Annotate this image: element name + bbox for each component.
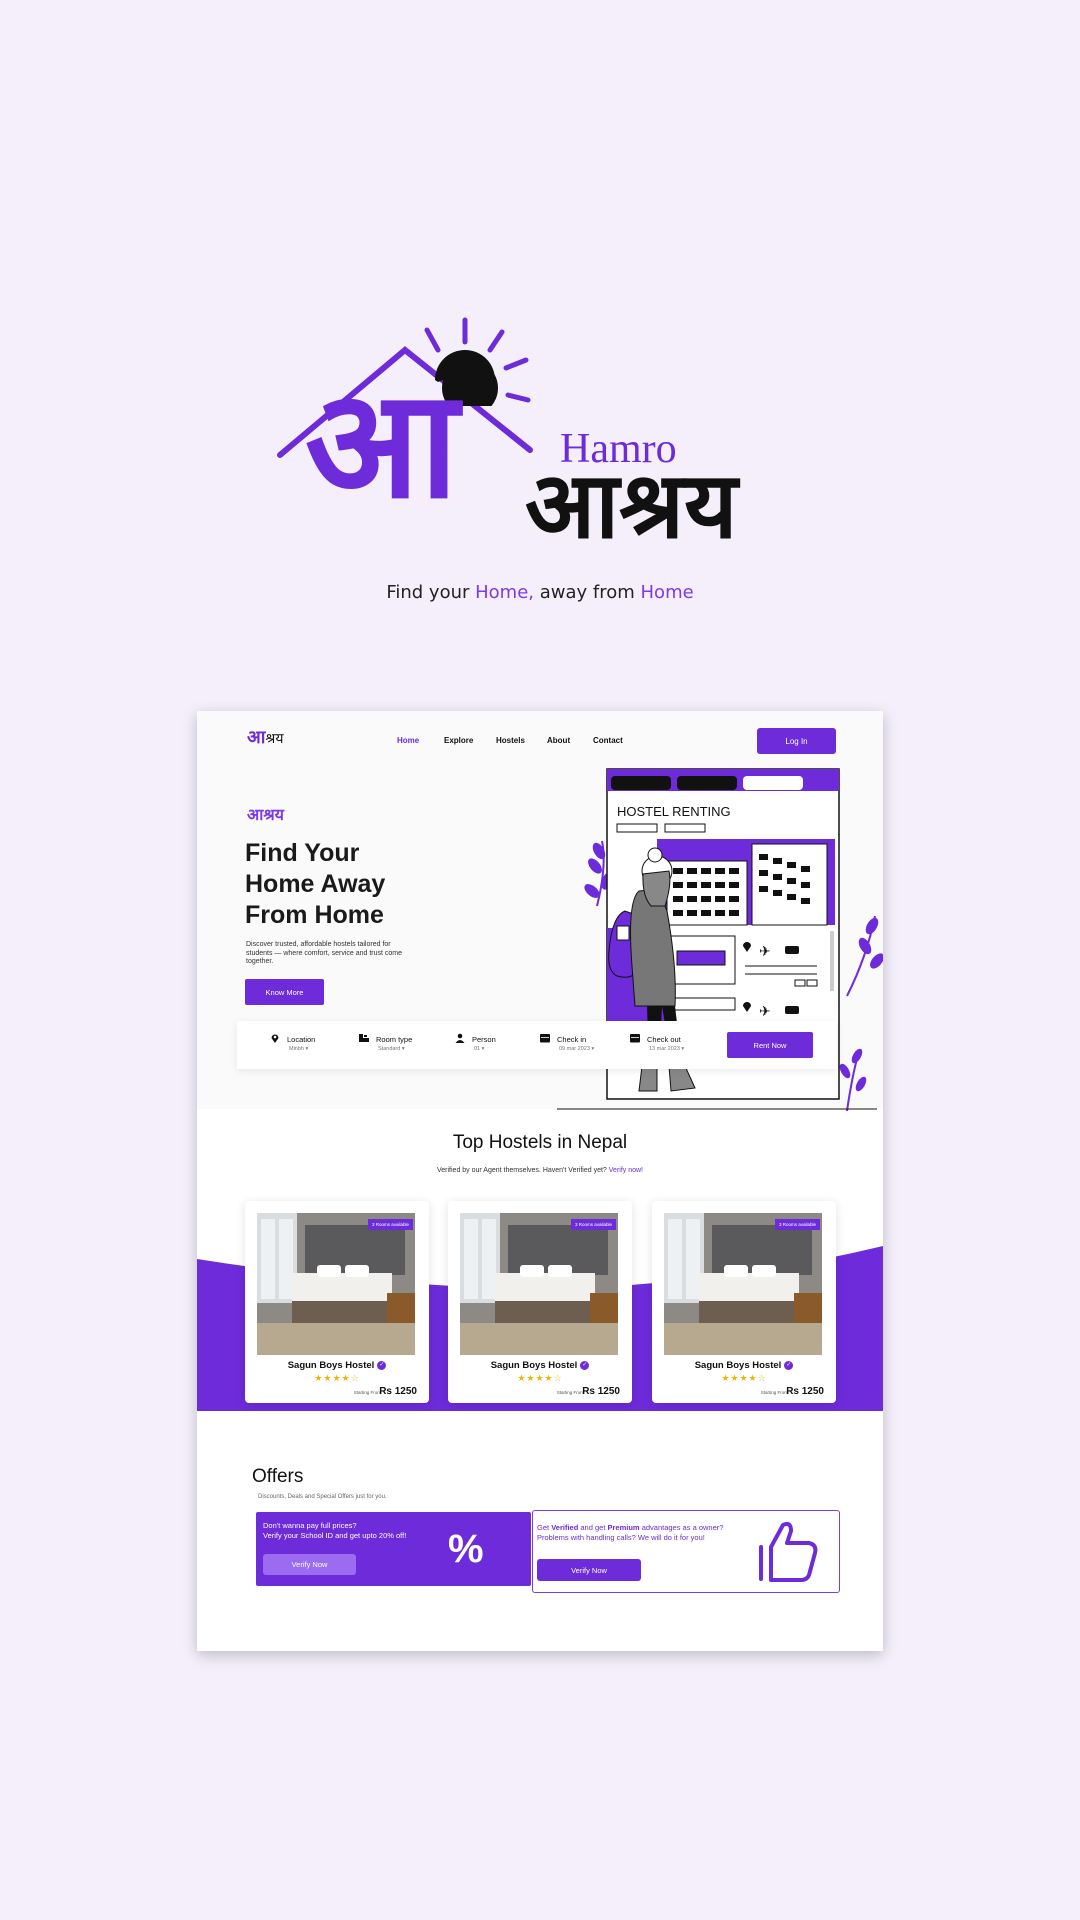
price-label: Starting From [556,1390,584,1395]
owner-verification-offer: Get Verified and get Premium advantages … [532,1510,840,1593]
top-hostels-subtitle-text: Verified by our Agent themselves. Haven'… [436,1167,607,1174]
room-type-value: Standard ▾ [378,1046,405,1052]
price-label: Starting From [760,1390,788,1395]
location-value: Minbh ▾ [289,1046,309,1052]
price-value: Rs 1250 [786,1386,824,1397]
svg-text:✈: ✈ [759,943,771,959]
tagline-highlight: Home [640,582,694,603]
hero-title: Find Your Home Away From Home [245,839,386,929]
top-hostels-subtitle: Verified by our Agent themselves. Haven'… [197,1167,883,1174]
offers-subtitle: Discounts, Deals and Special Offers just… [258,1494,387,1500]
nav-hostels[interactable]: Hostels [496,736,525,745]
tagline-text: Find your [386,582,476,603]
check-out-label: Check out [647,1035,681,1044]
hostel-name: Sagun Boys Hostel ✓ [245,1360,429,1371]
price-value: Rs 1250 [582,1386,620,1397]
svg-text:HOSTEL RENTING: HOSTEL RENTING [617,804,731,819]
rating-stars: ★★★★☆ [721,1373,767,1383]
check-in-label: Check in [557,1035,587,1044]
person-value: 01 ▾ [474,1046,485,1052]
room-photo [664,1213,822,1355]
verified-check-icon: ✓ [784,1360,794,1370]
offer-text: Don't wanna pay full prices? Verify your… [263,1521,453,1540]
rating-stars: ★★★★☆ [517,1373,563,1383]
calendar-icon [540,1034,550,1043]
hostel-name: Sagun Boys Hostel ✓ [652,1360,836,1371]
nav-home[interactable]: Home [397,736,419,745]
verify-now-button[interactable]: Verify Now [263,1554,356,1575]
nav-logo[interactable]: आश्रय [247,725,283,749]
verify-now-link[interactable]: Verify now! [609,1167,643,1174]
know-more-button[interactable]: Know More [245,979,324,1005]
check-in-value: 09 mar 2023 ▾ [559,1046,595,1052]
location-label: Location [287,1035,316,1044]
hostel-card[interactable]: 3 Rooms available Sagun Boys Hostel ✓ ★★★… [652,1201,836,1403]
price-value: Rs 1250 [379,1386,417,1397]
offer-text-part: Get [537,1523,552,1532]
nav-contact[interactable]: Contact [593,736,623,745]
nav-about[interactable]: About [547,736,570,745]
logo-letter: आ [305,358,459,532]
rooms-available-badge: 3 Rooms available [774,1219,820,1230]
location-icon [271,1034,279,1043]
hostel-card[interactable]: 3 Rooms available Sagun Boys Hostel ✓ ★★★… [448,1201,632,1403]
hostel-name-text: Sagun Boys Hostel [694,1360,782,1371]
brand-logo: आ Hamro आश्रय [270,310,790,580]
hostel-name: Sagun Boys Hostel ✓ [448,1360,632,1371]
room-photo [460,1213,618,1355]
student-discount-offer: Don't wanna pay full prices? Verify your… [256,1512,531,1586]
hostel-name-text: Sagun Boys Hostel [490,1360,578,1371]
thumbs-up-icon [759,1521,818,1582]
verified-check-icon: ✓ [377,1360,387,1370]
offer-highlight: Verified [551,1523,579,1532]
offer-line: Don't wanna pay full prices? [263,1521,357,1530]
offer-text-part: and get [578,1523,608,1532]
verified-check-icon: ✓ [580,1360,590,1370]
rooms-available-badge: 3 Rooms available [367,1219,413,1230]
verify-now-button[interactable]: Verify Now [537,1559,641,1581]
hostel-name-text: Sagun Boys Hostel [287,1360,375,1371]
offer-text: Get Verified and get Premium advantages … [537,1523,752,1542]
price-label: Starting From [353,1390,381,1395]
nav-explore[interactable]: Explore [444,736,473,745]
website-preview: आश्रय Home Explore Hostels About Contact… [197,711,883,1651]
hero-description: Discover trusted, affordable hostels tai… [246,941,403,965]
rooms-available-badge: 3 Rooms available [570,1219,616,1230]
nav-logo-text: श्रय [265,731,284,747]
nav-logo-letter: आ [247,727,266,748]
tagline-highlight: Home, [475,582,535,603]
offers-title: Offers [252,1466,304,1487]
brand-tagline: Find your Home, away from Home [0,582,1080,603]
top-hostels-title: Top Hostels in Nepal [452,1132,628,1153]
offer-highlight: Premium [607,1523,640,1532]
rating-stars: ★★★★☆ [314,1373,360,1383]
person-icon [455,1033,465,1043]
brand-name-main: आश्रय [525,452,738,559]
room-photo [257,1213,415,1355]
room-type-label: Room type [376,1035,413,1044]
rent-now-button[interactable]: Rent Now [727,1032,813,1058]
calendar-icon [630,1034,640,1043]
search-bar: Location Minbh ▾ Room type Standard ▾ Pe… [237,1021,837,1069]
login-button[interactable]: Log In [757,728,836,754]
percent-icon: % [448,1527,484,1571]
person-label: Person [472,1035,496,1044]
offer-line: Verify your School ID and get upto 20% o… [263,1530,407,1540]
tagline-text: away from [534,582,641,603]
bed-icon [359,1034,369,1042]
hostel-card[interactable]: 3 Rooms available Sagun Boys Hostel ✓ ★★★… [245,1201,429,1403]
svg-text:✈: ✈ [759,1003,771,1019]
hero-subtitle: आश्रय [247,805,284,824]
check-out-value: 13 mar 2023 ▾ [649,1046,685,1052]
